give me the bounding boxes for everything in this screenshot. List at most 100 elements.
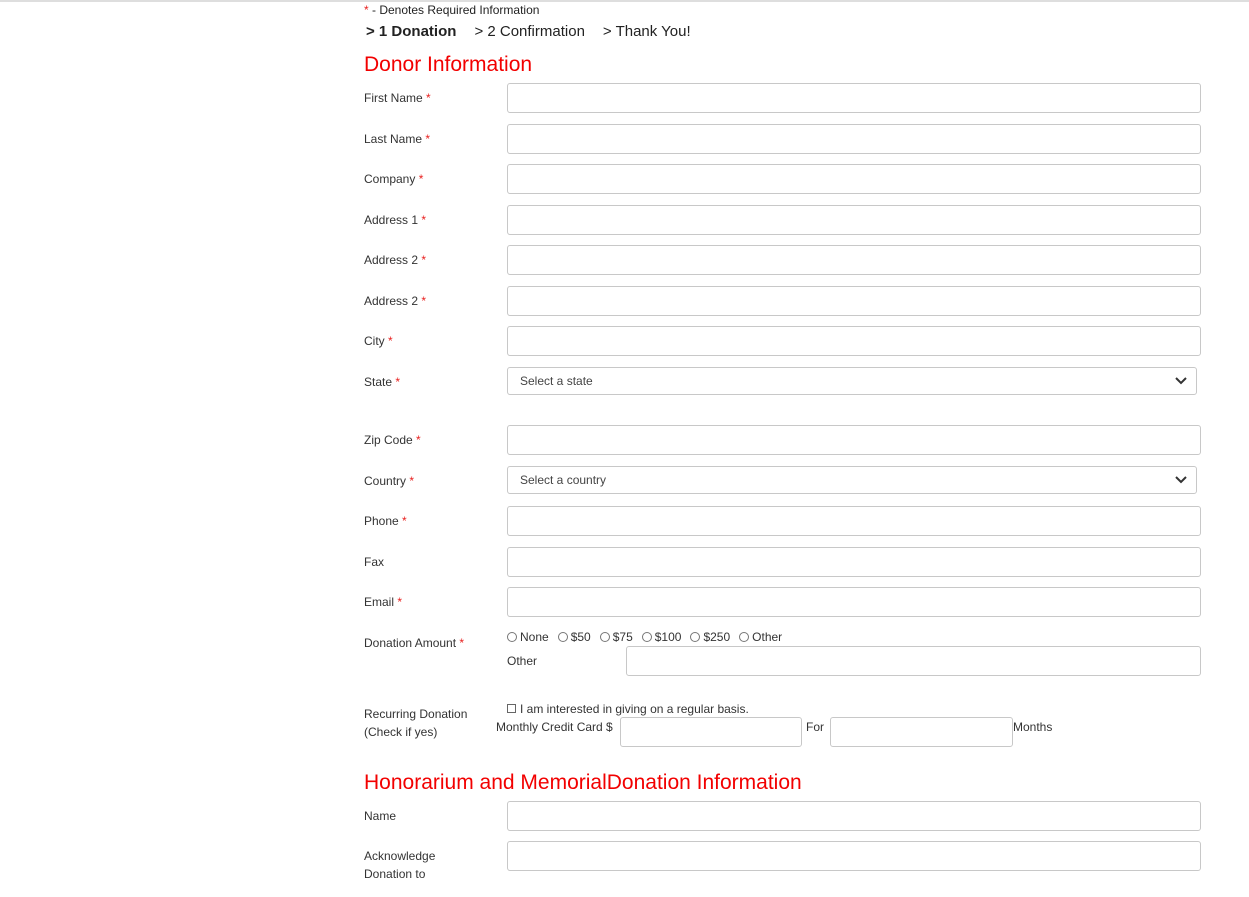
address2-second-label-text: Address 2 bbox=[364, 294, 419, 308]
recurring-donation-hint: (Check if yes) bbox=[364, 725, 438, 739]
acknowledge-label-line2: Donation to bbox=[364, 867, 426, 881]
zip-code-input[interactable] bbox=[507, 425, 1201, 455]
step-thank-you: > Thank You! bbox=[602, 23, 691, 40]
donation-option-75[interactable]: $75 bbox=[599, 630, 633, 644]
required-note-text: - Denotes Required Information bbox=[368, 3, 540, 17]
radio-icon[interactable] bbox=[507, 632, 517, 642]
address2-label-text: Address 2 bbox=[364, 253, 419, 267]
donation-amount-label-text: Donation Amount bbox=[364, 636, 457, 650]
address2-input[interactable] bbox=[507, 245, 1201, 275]
honoree-name-input[interactable] bbox=[507, 801, 1201, 831]
required-info-note: * - Denotes Required Information bbox=[364, 3, 539, 17]
top-divider bbox=[0, 0, 1249, 2]
donation-option-none[interactable]: None bbox=[507, 630, 549, 644]
donation-option-label: None bbox=[520, 630, 549, 644]
city-input[interactable] bbox=[507, 326, 1201, 356]
radio-icon[interactable] bbox=[641, 632, 652, 642]
state-label-text: State bbox=[364, 375, 393, 389]
zip-code-label: Zip Code * bbox=[364, 431, 421, 449]
donation-option-label: $75 bbox=[612, 630, 633, 644]
acknowledge-input[interactable] bbox=[507, 841, 1201, 871]
state-label: State * bbox=[364, 373, 400, 391]
donation-option-label: $50 bbox=[570, 630, 591, 644]
radio-icon[interactable] bbox=[557, 632, 568, 642]
honorarium-heading: Honorarium and MemorialDonation Informat… bbox=[364, 771, 802, 794]
recurring-checkbox[interactable] bbox=[507, 704, 516, 713]
required-star: * bbox=[425, 132, 431, 146]
required-star: * bbox=[421, 253, 427, 267]
zip-code-label-text: Zip Code bbox=[364, 433, 413, 447]
donation-option-label: $100 bbox=[654, 630, 682, 644]
radio-icon[interactable] bbox=[739, 632, 750, 642]
company-label: Company * bbox=[364, 170, 423, 188]
step-breadcrumb: > 1 Donation > 2 Confirmation > Thank Yo… bbox=[366, 23, 709, 40]
donor-info-heading: Donor Information bbox=[364, 53, 533, 76]
donation-option-50[interactable]: $50 bbox=[557, 630, 591, 644]
for-label: For bbox=[806, 720, 824, 734]
donation-option-label: $250 bbox=[703, 630, 731, 644]
state-select-value: Select a state bbox=[520, 374, 593, 388]
email-input[interactable] bbox=[507, 587, 1201, 617]
required-star: * bbox=[402, 514, 407, 528]
email-label: Email * bbox=[364, 593, 402, 611]
required-star: * bbox=[418, 172, 424, 186]
state-select[interactable]: Select a state bbox=[507, 367, 1197, 395]
country-select-value: Select a country bbox=[520, 473, 607, 487]
address1-input[interactable] bbox=[507, 205, 1201, 235]
phone-label: Phone * bbox=[364, 512, 407, 530]
radio-icon[interactable] bbox=[690, 632, 701, 642]
donation-option-label: Other bbox=[752, 630, 783, 644]
donation-amount-label: Donation Amount * bbox=[364, 634, 464, 652]
donation-option-250[interactable]: $250 bbox=[690, 630, 730, 644]
phone-label-text: Phone bbox=[364, 514, 399, 528]
address2-second-input[interactable] bbox=[507, 286, 1201, 316]
country-label-text: Country bbox=[364, 474, 407, 488]
address1-label-text: Address 1 bbox=[364, 213, 419, 227]
city-label-text: City bbox=[364, 334, 385, 348]
first-name-label: First Name * bbox=[364, 89, 431, 107]
step-donation: > 1 Donation bbox=[366, 23, 457, 40]
chevron-down-icon bbox=[1175, 476, 1187, 484]
required-star: * bbox=[416, 433, 421, 447]
city-label: City * bbox=[364, 332, 393, 350]
required-star: * bbox=[395, 375, 401, 389]
months-label: Months bbox=[1013, 720, 1053, 734]
required-star: * bbox=[459, 636, 465, 650]
company-input[interactable] bbox=[507, 164, 1201, 194]
recurring-checkbox-label: I am interested in giving on a regular b… bbox=[520, 702, 749, 716]
last-name-label-text: Last Name bbox=[364, 132, 423, 146]
required-star: * bbox=[421, 294, 427, 308]
country-select[interactable]: Select a country bbox=[507, 466, 1197, 494]
fax-input[interactable] bbox=[507, 547, 1201, 577]
chevron-down-icon bbox=[1175, 377, 1187, 385]
phone-input[interactable] bbox=[507, 506, 1201, 536]
last-name-input[interactable] bbox=[507, 124, 1201, 154]
first-name-input[interactable] bbox=[507, 83, 1201, 113]
honoree-name-label: Name bbox=[364, 809, 397, 823]
donation-option-100[interactable]: $100 bbox=[641, 630, 682, 644]
required-star: * bbox=[421, 213, 427, 227]
address1-label: Address 1 * bbox=[364, 211, 426, 229]
monthly-amount-input[interactable] bbox=[620, 717, 802, 747]
first-name-label-text: First Name bbox=[364, 91, 423, 105]
other-amount-input[interactable] bbox=[626, 646, 1201, 676]
country-label: Country * bbox=[364, 472, 414, 490]
step-confirmation: > 2 Confirmation bbox=[474, 23, 585, 40]
monthly-credit-card-label: Monthly Credit Card $ bbox=[496, 720, 613, 734]
address2-label: Address 2 * bbox=[364, 251, 426, 269]
radio-icon[interactable] bbox=[599, 632, 610, 642]
required-star: * bbox=[388, 334, 393, 348]
months-count-input[interactable] bbox=[830, 717, 1013, 747]
required-star: * bbox=[409, 474, 415, 488]
recurring-donation-label: Recurring Donation bbox=[364, 707, 468, 721]
address2-second-label: Address 2 * bbox=[364, 292, 426, 310]
email-label-text: Email bbox=[364, 595, 395, 609]
acknowledge-label: Acknowledge bbox=[364, 849, 436, 863]
company-label-text: Company bbox=[364, 172, 416, 186]
last-name-label: Last Name * bbox=[364, 130, 430, 148]
other-amount-label: Other bbox=[507, 654, 538, 668]
required-star: * bbox=[397, 595, 403, 609]
donation-option-other[interactable]: Other bbox=[739, 630, 782, 644]
required-star: * bbox=[426, 91, 431, 105]
fax-label: Fax bbox=[364, 555, 385, 569]
